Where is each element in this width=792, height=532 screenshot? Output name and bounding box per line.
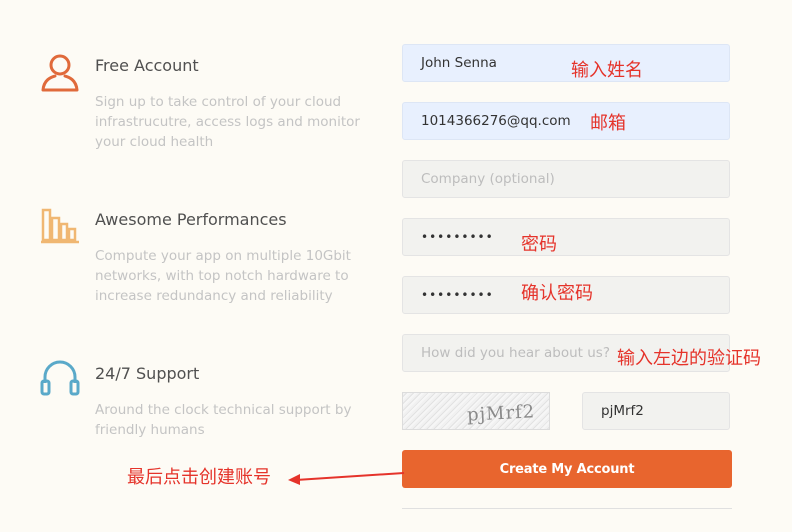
feature-description: Around the clock technical support by fr… bbox=[95, 402, 352, 438]
password-field[interactable]: ••••••••• bbox=[402, 218, 730, 256]
feature-free-account: Free Account Sign up to take control of … bbox=[40, 52, 370, 162]
annotation-email: 邮箱 bbox=[590, 113, 626, 134]
headphones-icon bbox=[40, 360, 80, 396]
annotation-name: 输入姓名 bbox=[571, 60, 643, 81]
feature-description: Sign up to take control of your cloud in… bbox=[95, 94, 360, 150]
create-account-button[interactable]: Create My Account bbox=[402, 450, 732, 488]
annotation-submit: 最后点击创建账号 bbox=[127, 467, 271, 488]
feature-support: 24/7 Support Around the clock technical … bbox=[40, 358, 370, 448]
name-field[interactable]: John Senna bbox=[402, 44, 730, 82]
email-field[interactable]: 1014366276@qq.com bbox=[402, 102, 730, 140]
arrow-icon bbox=[288, 472, 405, 485]
company-placeholder: Company (optional) bbox=[421, 171, 555, 187]
divider bbox=[402, 508, 732, 509]
feature-title: 24/7 Support bbox=[95, 364, 200, 383]
annotation-confirm: 确认密码 bbox=[521, 283, 593, 304]
feature-description: Compute your app on multiple 10Gbit netw… bbox=[95, 248, 351, 304]
hear-about-placeholder: How did you hear about us? bbox=[421, 345, 610, 361]
captcha-image[interactable]: pjMrf2 bbox=[402, 392, 550, 430]
feature-title: Awesome Performances bbox=[95, 210, 287, 229]
feature-title: Free Account bbox=[95, 56, 199, 75]
user-icon bbox=[41, 54, 79, 92]
captcha-input[interactable]: pjMrf2 bbox=[582, 392, 730, 430]
bar-chart-icon bbox=[41, 208, 79, 244]
feature-performance: Awesome Performances Compute your app on… bbox=[40, 206, 370, 316]
company-field[interactable]: Company (optional) bbox=[402, 160, 730, 198]
captcha-text: pjMrf2 bbox=[466, 401, 536, 426]
annotation-password: 密码 bbox=[521, 234, 557, 255]
annotation-captcha: 输入左边的验证码 bbox=[617, 348, 761, 369]
